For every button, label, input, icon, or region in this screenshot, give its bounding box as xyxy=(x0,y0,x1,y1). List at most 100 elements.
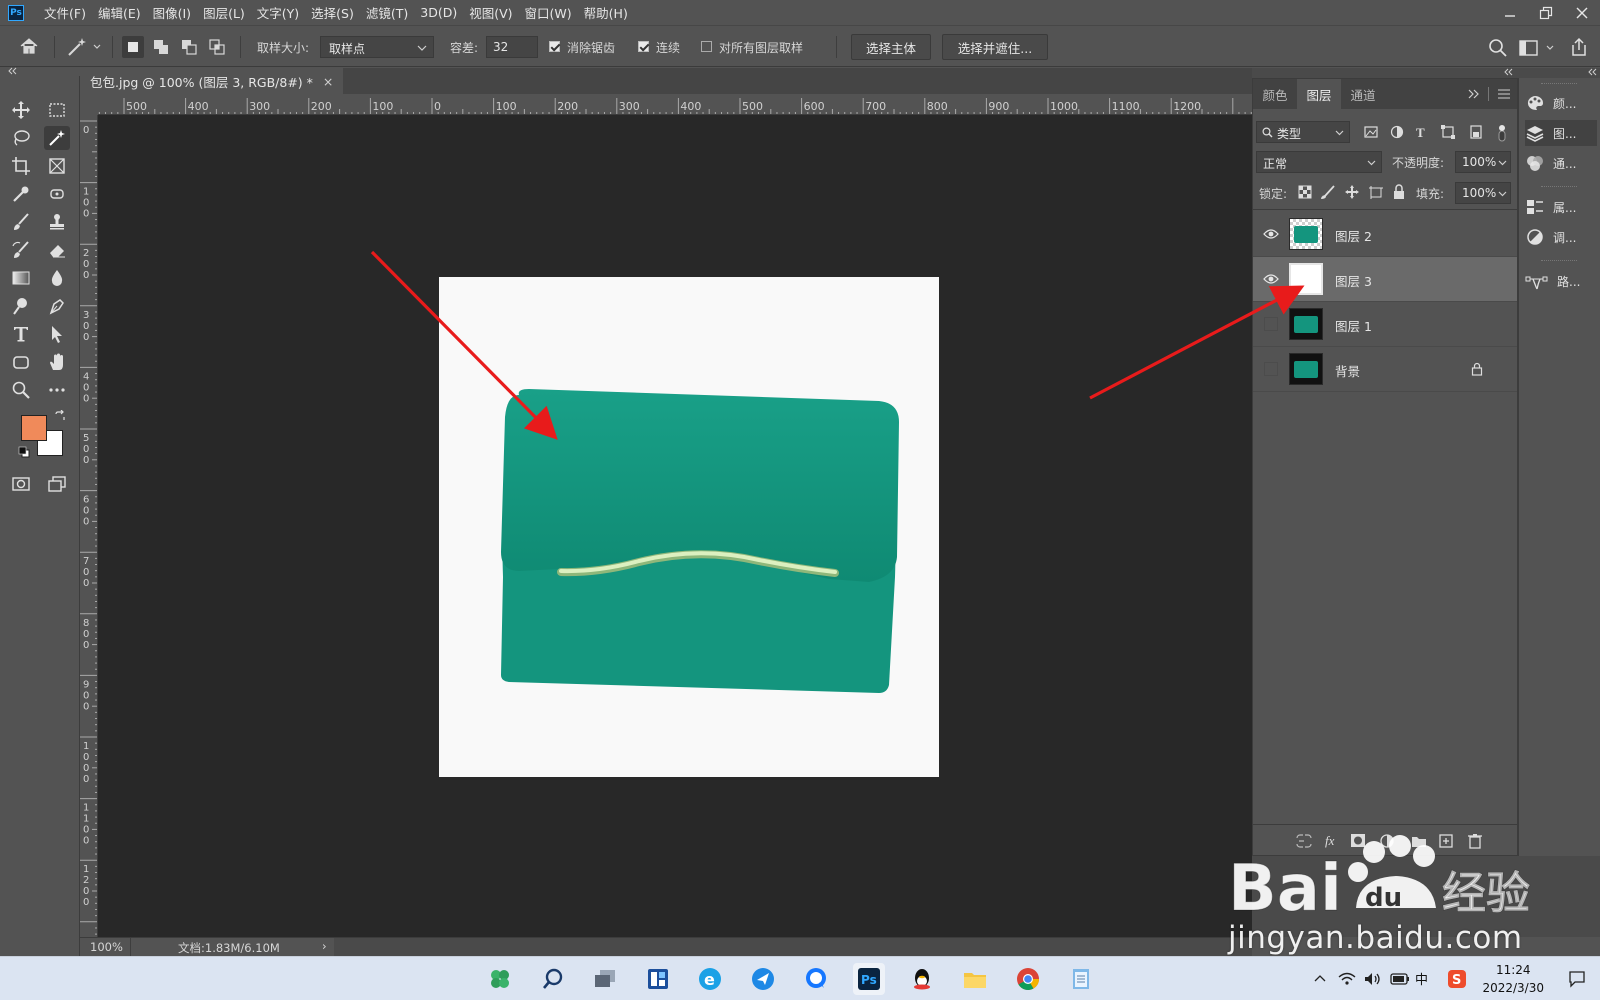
stamp-tool-icon[interactable] xyxy=(44,210,70,234)
menu-edit[interactable]: 编辑(E) xyxy=(92,3,147,22)
eraser-tool-icon[interactable] xyxy=(44,238,70,262)
zoom-tool-icon[interactable] xyxy=(8,378,34,402)
canvas-workspace[interactable] xyxy=(98,115,1252,937)
file-explorer-icon[interactable] xyxy=(959,963,991,995)
horizontal-ruler[interactable]: 500 400 300 200 100 0 100 200 300 400 500 600 700 800… xyxy=(98,98,1252,115)
more-tools-icon[interactable] xyxy=(44,378,70,402)
tray-chevron-up-icon[interactable] xyxy=(1314,975,1326,983)
visibility-eye-icon[interactable] xyxy=(1263,272,1279,286)
menu-select[interactable]: 选择(S) xyxy=(305,3,360,22)
document-tab[interactable]: 包包.jpg @ 100% (图层 3, RGB/8#) * × xyxy=(80,68,344,94)
layer-filter-select[interactable]: 类型 xyxy=(1256,121,1350,143)
magic-wand-preset-icon[interactable] xyxy=(66,36,102,58)
notification-icon[interactable] xyxy=(1568,970,1586,988)
sample-all-layers-checkbox[interactable] xyxy=(701,41,712,52)
menu-help[interactable]: 帮助(H) xyxy=(578,3,634,22)
sample-size-select[interactable]: 取样点 xyxy=(320,36,434,58)
default-colors-icon[interactable] xyxy=(18,446,30,458)
frame-tool-icon[interactable] xyxy=(44,154,70,178)
share-icon[interactable] xyxy=(1568,36,1590,58)
magic-wand-tool-icon[interactable] xyxy=(44,126,70,150)
mini-panel-layers[interactable]: 图... xyxy=(1525,120,1597,146)
marquee-tool-icon[interactable] xyxy=(44,98,70,122)
collapse-toolbar-icon[interactable] xyxy=(6,67,20,76)
blend-mode-select[interactable]: 正常 xyxy=(1256,151,1382,173)
panel-overflow-icon[interactable] xyxy=(1467,88,1481,100)
layer-name[interactable]: 图层 3 xyxy=(1335,271,1372,290)
minimize-icon[interactable] xyxy=(1492,0,1528,25)
hand-tool-icon[interactable] xyxy=(44,350,70,374)
feishu-icon[interactable] xyxy=(747,963,779,995)
widgets-board-icon[interactable] xyxy=(642,963,674,995)
menu-filter[interactable]: 滤镜(T) xyxy=(360,3,414,22)
wifi-icon[interactable] xyxy=(1338,972,1356,986)
home-icon[interactable] xyxy=(18,36,42,58)
eyedropper-tool-icon[interactable] xyxy=(8,182,34,206)
collapse-panel-icon[interactable] xyxy=(1502,68,1516,77)
brush-tool-icon[interactable] xyxy=(8,210,34,234)
menu-window[interactable]: 窗口(W) xyxy=(519,3,578,22)
volume-icon[interactable] xyxy=(1364,972,1382,986)
lock-options-icons[interactable] xyxy=(1297,183,1407,201)
document-size[interactable]: 文档:1.83M/6.10M xyxy=(178,940,280,956)
contiguous-checkbox[interactable] xyxy=(638,41,649,52)
intersect-selection-icon[interactable] xyxy=(206,36,228,58)
lasso-tool-icon[interactable] xyxy=(8,126,34,150)
layer-filter-icons[interactable]: T xyxy=(1363,123,1513,143)
crop-tool-icon[interactable] xyxy=(8,154,34,178)
document-canvas[interactable] xyxy=(439,277,939,777)
notepad-icon[interactable] xyxy=(1065,963,1097,995)
edge-browser-icon[interactable]: e xyxy=(694,963,726,995)
search-icon[interactable] xyxy=(1487,37,1509,59)
vertical-ruler[interactable]: 0100200300400500600700800900100011001200 xyxy=(80,115,98,937)
layer-actions-icons[interactable]: fx xyxy=(1295,831,1495,851)
blur-tool-icon[interactable] xyxy=(44,266,70,290)
visibility-eye-icon[interactable] xyxy=(1263,227,1279,241)
photoshop-taskbar-icon[interactable]: Ps xyxy=(853,963,885,995)
qq-icon[interactable] xyxy=(906,963,938,995)
tab-layers[interactable]: 图层 xyxy=(1297,79,1341,109)
task-view-icon[interactable] xyxy=(589,963,621,995)
swap-colors-icon[interactable] xyxy=(54,409,66,422)
ime-indicator[interactable]: 中 xyxy=(1415,969,1428,988)
menu-type[interactable]: 文字(Y) xyxy=(251,3,305,22)
add-to-selection-icon[interactable] xyxy=(150,36,172,58)
workspace-icon[interactable] xyxy=(1518,37,1558,59)
panel-menu-icon[interactable] xyxy=(1497,88,1511,100)
antialias-checkbox[interactable] xyxy=(549,41,560,52)
mini-panel-channels[interactable]: 通... xyxy=(1525,150,1597,176)
layer-row[interactable]: 图层 1 xyxy=(1253,302,1517,347)
menu-file[interactable]: 文件(F) xyxy=(38,3,92,22)
layer-row-selected[interactable]: 图层 3 xyxy=(1253,257,1517,302)
mini-panel-color[interactable]: 颜... xyxy=(1525,90,1597,116)
pen-tool-icon[interactable] xyxy=(44,294,70,318)
tolerance-input[interactable]: 32 xyxy=(486,36,538,58)
dodge-tool-icon[interactable] xyxy=(8,294,34,318)
select-subject-button[interactable]: 选择主体 xyxy=(851,34,931,60)
menu-image[interactable]: 图像(I) xyxy=(147,3,197,22)
status-menu-arrow[interactable]: › xyxy=(322,939,327,953)
visibility-toggle-off[interactable] xyxy=(1264,362,1278,376)
subtract-from-selection-icon[interactable] xyxy=(178,36,200,58)
layer-name[interactable]: 背景 xyxy=(1335,361,1360,380)
layer-name[interactable]: 图层 2 xyxy=(1335,226,1372,245)
spot-healing-tool-icon[interactable] xyxy=(44,182,70,206)
layer-row[interactable]: 背景 xyxy=(1253,347,1517,392)
tab-channels[interactable]: 通道 xyxy=(1341,79,1385,109)
zoom-level[interactable]: 100% xyxy=(90,940,123,954)
quick-mask-icon[interactable] xyxy=(8,472,34,496)
battery-icon[interactable] xyxy=(1390,973,1410,985)
widgets-icon[interactable] xyxy=(484,963,516,995)
sogou-input-icon[interactable]: S xyxy=(1448,970,1466,988)
close-tab-icon[interactable]: × xyxy=(323,74,333,89)
expand-panel-icon[interactable] xyxy=(1586,68,1600,77)
path-selection-tool-icon[interactable] xyxy=(44,322,70,346)
mini-panel-adjustments[interactable]: 调... xyxy=(1525,224,1597,250)
mini-panel-properties[interactable]: 属... xyxy=(1525,194,1597,220)
mini-panel-paths[interactable]: 路... xyxy=(1525,268,1597,294)
layer-name[interactable]: 图层 1 xyxy=(1335,316,1372,335)
system-clock[interactable]: 11:24 2022/3/30 xyxy=(1482,961,1544,997)
menu-3d[interactable]: 3D(D) xyxy=(414,5,463,20)
gradient-tool-icon[interactable] xyxy=(8,266,34,290)
foreground-color-swatch[interactable] xyxy=(21,415,47,441)
